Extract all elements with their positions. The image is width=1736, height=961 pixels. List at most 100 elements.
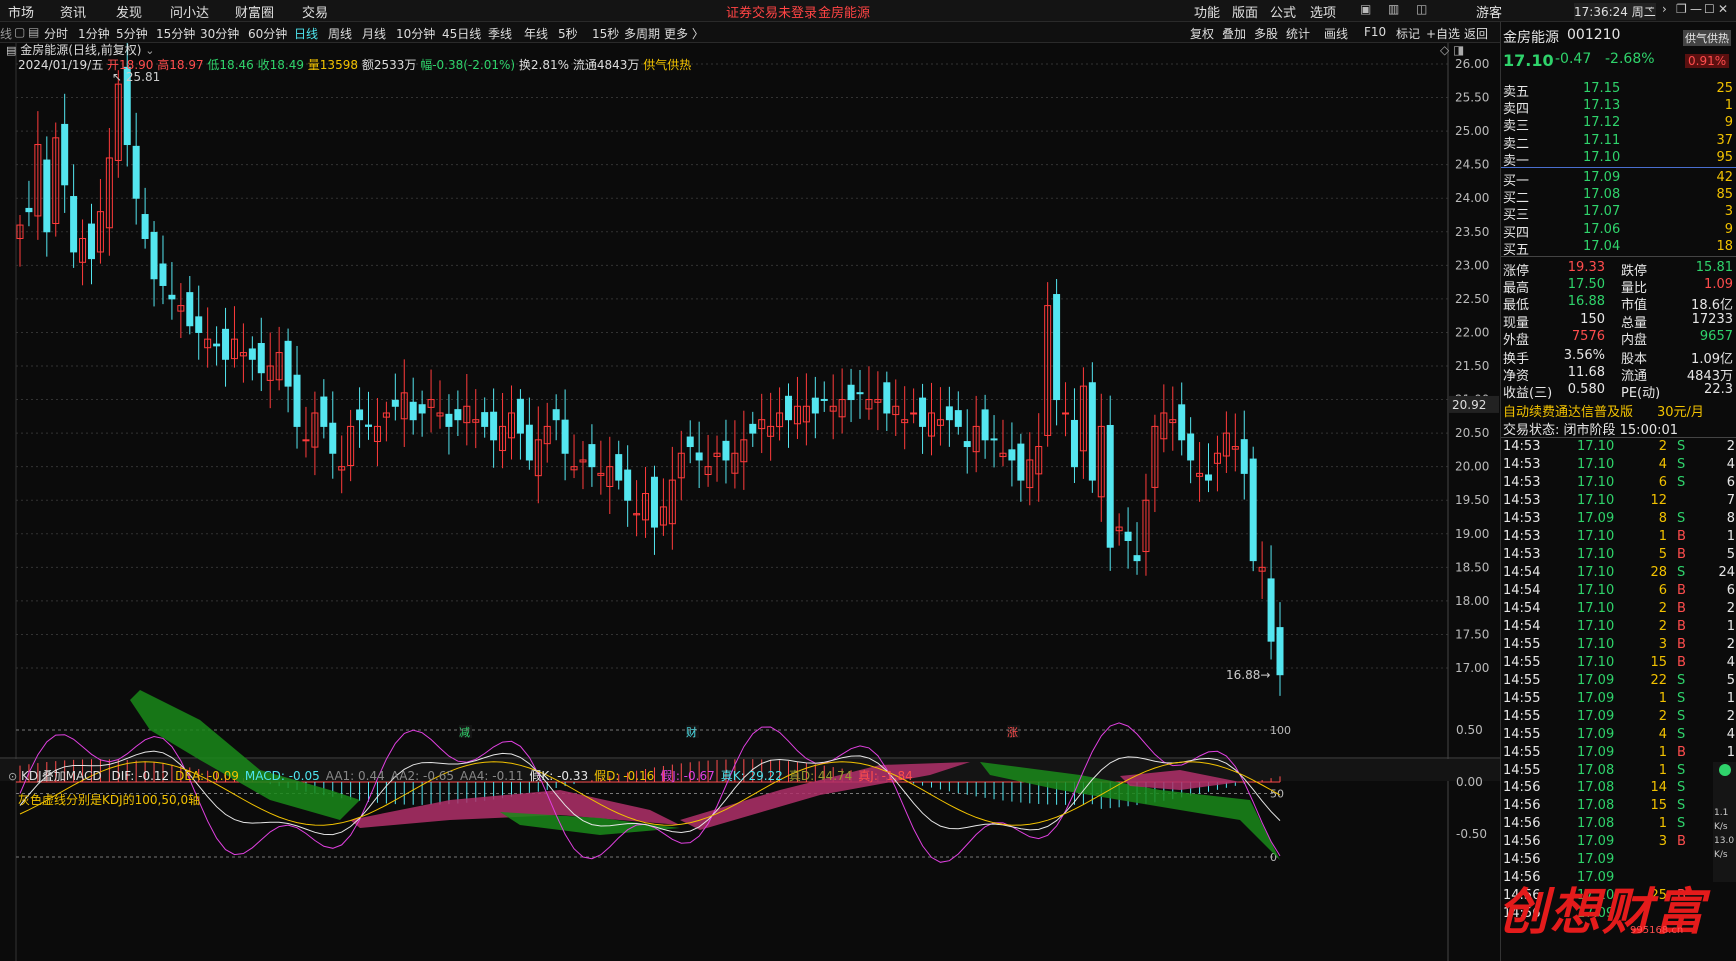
- candle-body[interactable]: [70, 196, 78, 253]
- candle-body[interactable]: [1276, 627, 1284, 676]
- candle-body[interactable]: [615, 454, 623, 481]
- candle-body[interactable]: [945, 406, 953, 421]
- candle-body[interactable]: [811, 397, 819, 414]
- candle-body[interactable]: [302, 439, 310, 442]
- tool-button-7[interactable]: +自选: [1426, 25, 1460, 42]
- candle-body[interactable]: [61, 123, 69, 186]
- event-marker-1[interactable]: 财: [686, 725, 697, 739]
- period-tab-14[interactable]: 15秒: [592, 25, 619, 42]
- candle-body[interactable]: [525, 424, 533, 461]
- candle-body[interactable]: [820, 398, 828, 401]
- menu-right-2[interactable]: 公式: [1270, 2, 1296, 21]
- tool-button-2[interactable]: 多股: [1254, 25, 1278, 42]
- period-tab-2[interactable]: 5分钟: [116, 25, 148, 42]
- candle-body[interactable]: [1205, 474, 1213, 481]
- period-tab-0[interactable]: 分时: [44, 25, 68, 42]
- candle-body[interactable]: [1070, 419, 1078, 468]
- candle-body[interactable]: [990, 438, 998, 441]
- candle-body[interactable]: [150, 231, 158, 280]
- candle-body[interactable]: [168, 294, 176, 300]
- candle-body[interactable]: [1249, 458, 1257, 562]
- candle-body[interactable]: [257, 343, 265, 374]
- candle-body[interactable]: [588, 444, 596, 468]
- candle-body[interactable]: [365, 424, 373, 427]
- period-tab-13[interactable]: 5秒: [558, 25, 578, 42]
- tool-button-6[interactable]: 标记: [1396, 25, 1420, 42]
- candle-body[interactable]: [1240, 439, 1248, 474]
- candle-body[interactable]: [141, 214, 149, 239]
- menu-item-1[interactable]: 资讯: [60, 2, 86, 21]
- candle-body[interactable]: [1062, 412, 1070, 415]
- candle-body[interactable]: [445, 413, 453, 427]
- candle-body[interactable]: [409, 401, 417, 421]
- candle-body[interactable]: [356, 409, 364, 421]
- menu-right-0[interactable]: 功能: [1194, 2, 1220, 21]
- candle-body[interactable]: [919, 397, 927, 427]
- candle-body[interactable]: [516, 398, 524, 434]
- period-tab-10[interactable]: 45日线: [442, 25, 481, 42]
- period-tab-4[interactable]: 30分钟: [200, 25, 239, 42]
- candle-body[interactable]: [686, 436, 694, 448]
- menu-right-3[interactable]: 选项: [1310, 2, 1336, 21]
- candle-body[interactable]: [695, 452, 703, 461]
- candle-body[interactable]: [981, 409, 989, 441]
- menu-right-1[interactable]: 版面: [1232, 2, 1258, 21]
- tool-button-5[interactable]: F10: [1364, 25, 1386, 39]
- event-marker-2[interactable]: 涨: [1007, 726, 1018, 739]
- tool-button-1[interactable]: 叠加: [1222, 25, 1246, 42]
- candle-body[interactable]: [1008, 449, 1016, 461]
- candle-body[interactable]: [25, 207, 33, 213]
- candle-body[interactable]: [650, 476, 658, 528]
- candle-body[interactable]: [883, 382, 891, 414]
- candle-body[interactable]: [1267, 578, 1275, 642]
- candle-body[interactable]: [963, 441, 971, 448]
- period-tab-1[interactable]: 1分钟: [78, 25, 110, 42]
- candle-body[interactable]: [213, 343, 221, 347]
- period-tab-6[interactable]: 日线: [294, 25, 318, 42]
- candle-body[interactable]: [159, 263, 167, 286]
- period-tab-16[interactable]: 更多 〉: [664, 25, 704, 42]
- minimize-icon[interactable]: —: [1690, 2, 1702, 16]
- candle-body[interactable]: [1017, 443, 1025, 481]
- candle-body[interactable]: [1088, 382, 1096, 481]
- candle-body[interactable]: [248, 348, 256, 360]
- candle-body[interactable]: [391, 399, 399, 407]
- period-tab-11[interactable]: 季线: [488, 25, 512, 42]
- screen-icon[interactable]: ▣: [1360, 2, 1371, 16]
- phone-icon[interactable]: ▥: [1388, 2, 1399, 16]
- candle-body[interactable]: [329, 422, 337, 454]
- tool-button-0[interactable]: 复权: [1190, 25, 1214, 42]
- grid-icon[interactable]: ▤: [28, 25, 39, 39]
- candle-body[interactable]: [418, 404, 426, 414]
- layout-icon[interactable]: ▢: [14, 25, 25, 39]
- period-tab-15[interactable]: 多周期: [624, 25, 660, 42]
- period-tab-5[interactable]: 60分钟: [248, 25, 287, 42]
- period-tab-3[interactable]: 15分钟: [156, 25, 195, 42]
- maximize-icon[interactable]: ☐: [1704, 2, 1715, 16]
- candle-body[interactable]: [87, 223, 95, 260]
- period-tab-9[interactable]: 10分钟: [396, 25, 435, 42]
- tool-button-8[interactable]: 返回: [1464, 25, 1488, 42]
- kline-chart[interactable]: 26.00 25.50 25.00 24.50 24.00 23.50 23.00 22.50…: [0, 43, 1500, 961]
- period-tab-12[interactable]: 年线: [524, 25, 548, 42]
- forward-icon[interactable]: ›: [1662, 2, 1667, 16]
- candle-body[interactable]: [785, 395, 793, 421]
- back-icon[interactable]: ‹: [1648, 2, 1653, 16]
- indicator-name[interactable]: KDJ叠加MACD: [21, 769, 102, 783]
- candle-body[interactable]: [284, 340, 292, 387]
- candle-body[interactable]: [490, 411, 498, 441]
- candle-body[interactable]: [954, 410, 962, 427]
- candle-body[interactable]: [561, 419, 569, 454]
- menu-item-2[interactable]: 发现: [116, 2, 142, 21]
- candle-body[interactable]: [481, 412, 489, 427]
- chart-expand-icon[interactable]: ◇ ◨: [1440, 43, 1464, 57]
- tool-button-3[interactable]: 统计: [1286, 25, 1310, 42]
- candle-body[interactable]: [1124, 531, 1132, 541]
- restore-icon[interactable]: ❐: [1676, 2, 1687, 16]
- candle-body[interactable]: [320, 396, 328, 427]
- close-icon[interactable]: ✕: [1718, 2, 1728, 16]
- candle-body[interactable]: [1133, 555, 1141, 562]
- candle-body[interactable]: [43, 159, 51, 233]
- candle-body[interactable]: [1053, 294, 1061, 401]
- candle-body[interactable]: [1106, 424, 1114, 548]
